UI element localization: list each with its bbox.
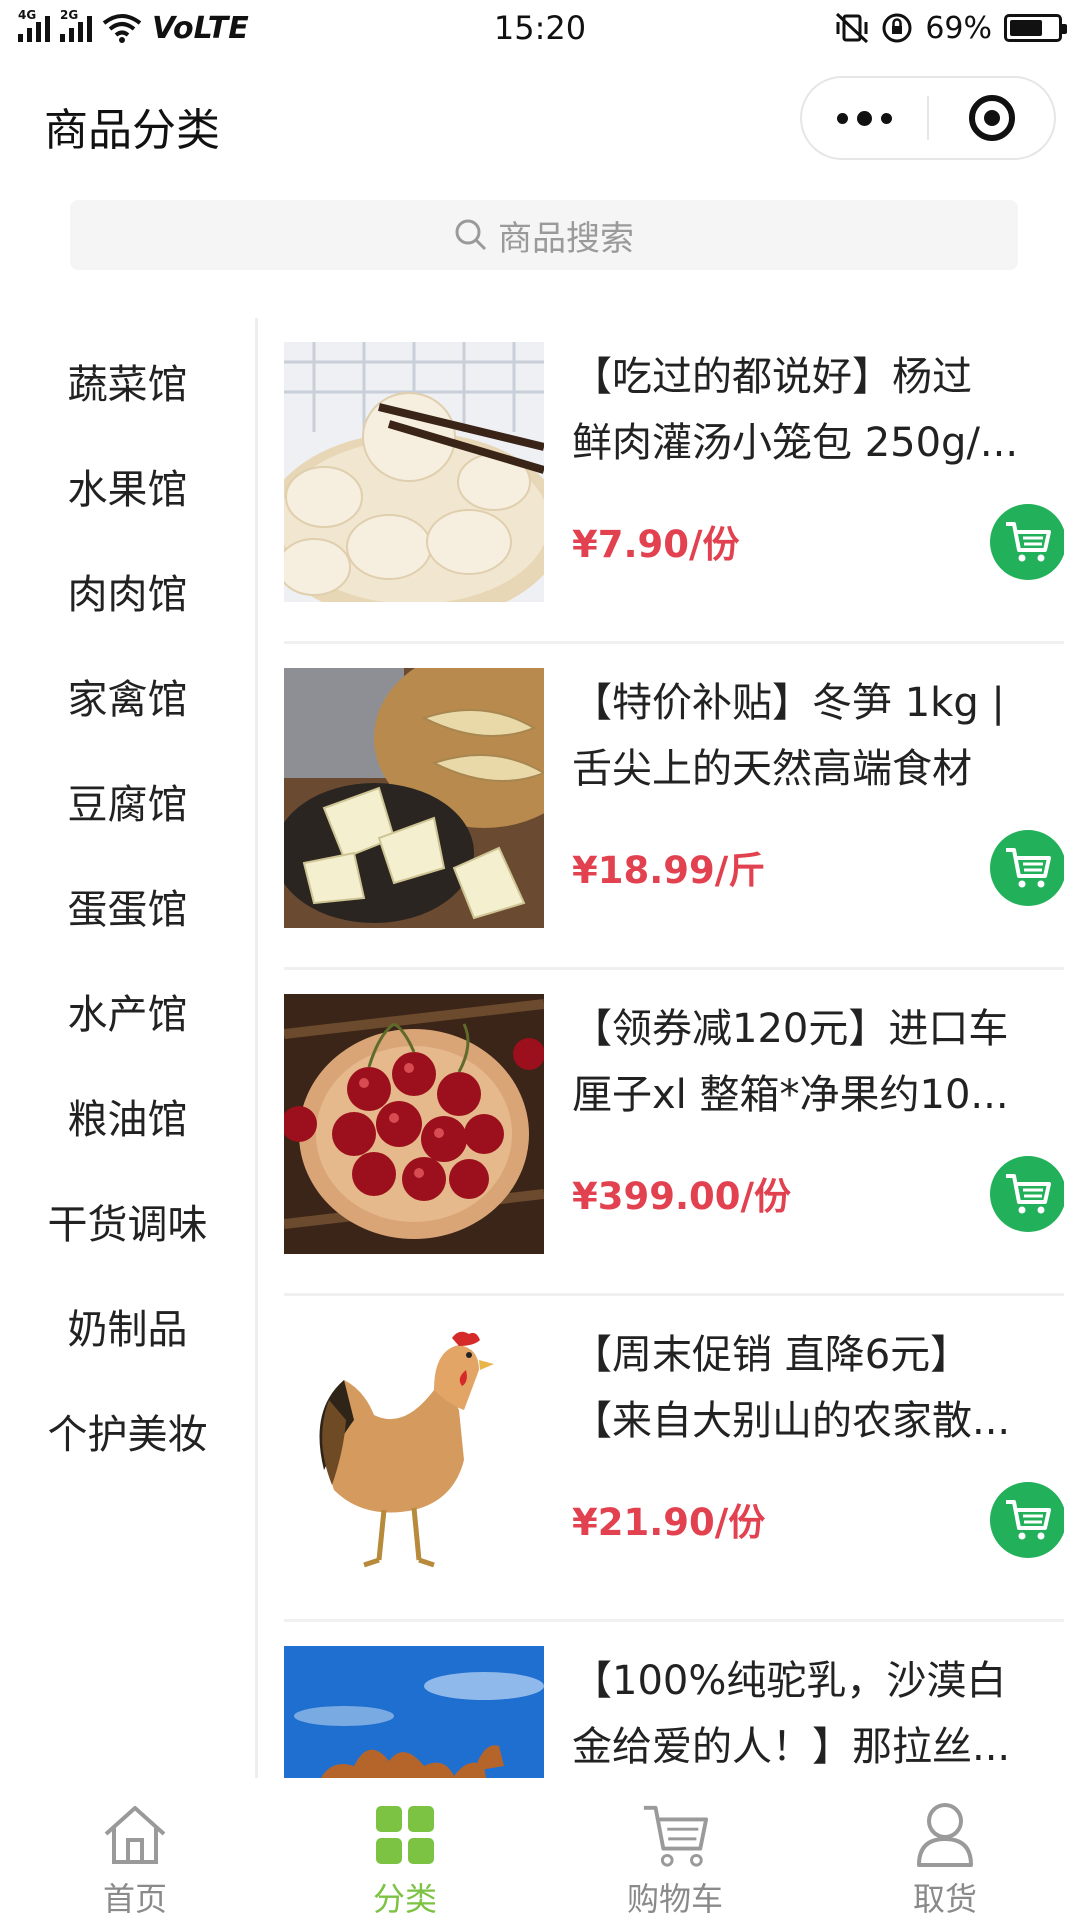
add-to-cart-button[interactable]: [990, 504, 1064, 580]
product-title: 【吃过的都说好】杨过 鲜肉灌汤小笼包 250g/...: [572, 354, 1019, 466]
close-mini-program-button[interactable]: [929, 78, 1054, 158]
product-image-free-range-chicken: [284, 1320, 544, 1580]
wifi-icon: [102, 14, 142, 43]
search-bar[interactable]: 商品搜索: [70, 200, 1018, 270]
target-icon: [968, 95, 1015, 141]
sidebar-item-tofu[interactable]: 豆腐馆: [0, 772, 255, 830]
home-icon: [100, 1800, 170, 1870]
tab-home[interactable]: 首页: [0, 1786, 270, 1920]
product-card[interactable]: 【吃过的都说好】杨过 鲜肉灌汤小笼包 250g/... ¥7.90/份: [284, 318, 1064, 644]
product-image-camel-desert: [284, 1646, 544, 1778]
battery-percent: 69%: [925, 10, 992, 46]
signal-4g-icon: 4G: [18, 8, 50, 42]
status-bar: 4G 2G VoLTE 15:20 69%: [0, 0, 1080, 56]
page-title: 商品分类: [44, 105, 220, 156]
mini-program-capsule: [800, 76, 1056, 160]
user-icon: [910, 1800, 980, 1870]
tab-label: 分类: [372, 1880, 437, 1918]
sidebar-item-dairy[interactable]: 奶制品: [0, 1297, 255, 1355]
product-price: ¥18.99/斤: [572, 849, 766, 892]
sidebar-item-eggs[interactable]: 蛋蛋馆: [0, 877, 255, 935]
sidebar-item-grain-oil[interactable]: 粮油馆: [0, 1087, 255, 1145]
cart-icon: [1006, 848, 1051, 888]
product-image-cherries: [284, 994, 544, 1254]
product-title: 【100%纯驼乳，沙漠白 金给爱的人！】那拉丝...: [572, 1658, 1011, 1770]
product-card[interactable]: 【领券减120元】进口车 厘子xl 整箱*净果约10... ¥399.00/份: [284, 970, 1064, 1296]
product-title: 【周末促销 直降6元】 【来自大别山的农家散...: [572, 1332, 1011, 1444]
product-list: 【吃过的都说好】杨过 鲜肉灌汤小笼包 250g/... ¥7.90/份 【特价补…: [284, 318, 1064, 1778]
volte-label: VoLTE: [152, 10, 249, 46]
product-title: 【领券减120元】进口车 厘子xl 整箱*净果约10...: [572, 1006, 1009, 1118]
cart-icon: [1006, 1500, 1051, 1540]
product-price: ¥399.00/份: [572, 1175, 792, 1218]
title-bar: 商品分类: [0, 56, 1080, 186]
category-grid-icon: [370, 1800, 440, 1870]
category-sidebar: 蔬菜馆 水果馆 肉肉馆 家禽馆 豆腐馆 蛋蛋馆 水产馆 粮油馆 干货调味 奶制品…: [0, 318, 258, 1778]
cart-icon: [1006, 1174, 1051, 1214]
sidebar-item-poultry[interactable]: 家禽馆: [0, 667, 255, 725]
rotation-lock-icon: [882, 13, 912, 43]
product-card[interactable]: 【特价补贴】冬笋 1kg | 舌尖上的天然高端食材 ¥18.99/斤: [284, 644, 1064, 970]
more-button[interactable]: [802, 78, 927, 158]
add-to-cart-button[interactable]: [990, 830, 1064, 906]
search-placeholder: 商品搜索: [498, 218, 634, 259]
tab-label: 取货: [912, 1880, 977, 1918]
add-to-cart-button[interactable]: [990, 1156, 1064, 1232]
tab-pickup[interactable]: 取货: [810, 1786, 1080, 1920]
sidebar-item-fruits[interactable]: 水果馆: [0, 457, 255, 515]
more-dots-icon: [837, 110, 892, 126]
product-price: ¥7.90/份: [572, 523, 740, 566]
product-card[interactable]: 【周末促销 直降6元】 【来自大别山的农家散... ¥21.90/份: [284, 1296, 1064, 1622]
vibrate-mute-icon: [836, 12, 869, 44]
sidebar-item-seafood[interactable]: 水产馆: [0, 982, 255, 1040]
battery-icon: [1004, 14, 1067, 42]
tab-category[interactable]: 分类: [270, 1786, 540, 1920]
product-image-soup-dumplings: [284, 342, 544, 602]
sidebar-item-meat[interactable]: 肉肉馆: [0, 562, 255, 620]
product-title: 【特价补贴】冬笋 1kg | 舌尖上的天然高端食材: [572, 680, 1005, 792]
tab-label: 首页: [102, 1880, 167, 1918]
sidebar-item-vegetables[interactable]: 蔬菜馆: [0, 352, 255, 410]
signal-2g-icon: 2G: [60, 8, 92, 42]
cart-icon: [1006, 522, 1051, 562]
product-image-winter-bamboo-shoots: [284, 668, 544, 928]
cart-icon: [640, 1800, 710, 1870]
search-icon: [455, 219, 487, 251]
sidebar-item-beauty[interactable]: 个护美妆: [0, 1402, 255, 1460]
product-card[interactable]: 【100%纯驼乳，沙漠白 金给爱的人！】那拉丝...: [284, 1622, 1064, 1778]
tab-label: 购物车: [626, 1880, 723, 1918]
bottom-tab-bar: 首页 分类 购物车 取货: [0, 1786, 1080, 1920]
tab-cart[interactable]: 购物车: [540, 1786, 810, 1920]
product-price: ¥21.90/份: [572, 1501, 766, 1544]
sidebar-item-dried-seasoning[interactable]: 干货调味: [0, 1192, 255, 1250]
add-to-cart-button[interactable]: [990, 1482, 1064, 1558]
